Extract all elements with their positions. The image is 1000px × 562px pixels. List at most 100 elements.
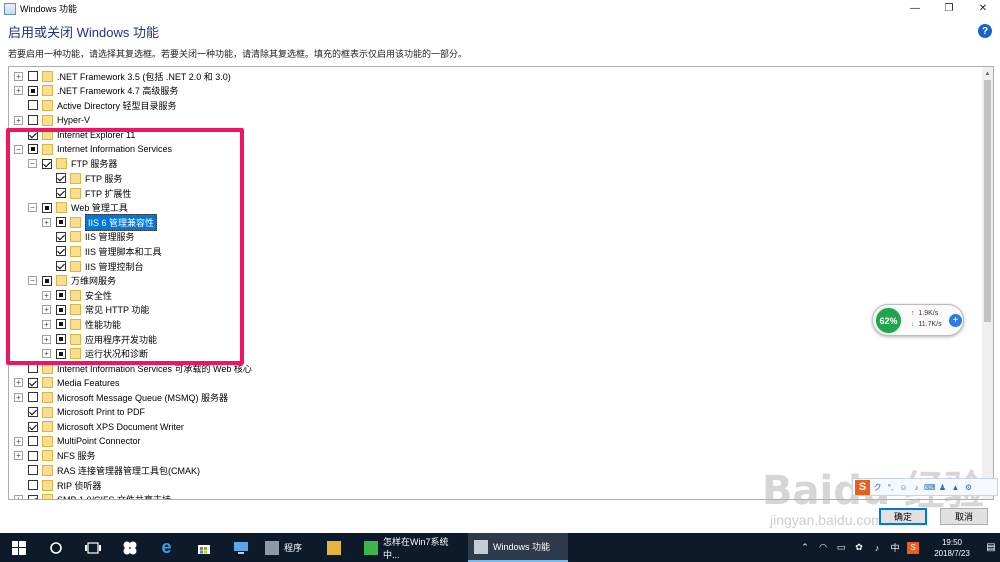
ime-skin-icon[interactable]: ▲ [950,483,961,492]
window-title: Windows 功能 [20,4,78,14]
maximize-button[interactable]: ❐ [932,0,966,17]
taskbar-app-button[interactable]: 怎样在Win7系统中... [358,533,468,562]
feature-checkbox[interactable] [28,494,38,499]
task-view-icon[interactable] [74,533,111,562]
feature-checkbox[interactable] [28,407,38,418]
feature-checkbox[interactable] [28,465,38,476]
edge-browser-icon[interactable]: e [148,533,185,562]
feature-row[interactable]: + Hyper-V [14,113,90,128]
app-icon [364,540,378,555]
feature-checkbox[interactable] [28,480,38,491]
ime-language[interactable]: 中 [886,541,904,554]
ime-user-icon[interactable]: ♟ [937,483,948,492]
feature-checkbox[interactable] [28,115,38,126]
feature-label: Microsoft Print to PDF [57,407,146,418]
windows-features-icon [4,2,16,15]
scrollbar-thumb[interactable] [984,80,991,322]
ime-settings-icon[interactable]: ⚙ [963,483,974,492]
feature-label: RAS 连接管理器管理工具包(CMAK) [57,465,201,476]
ime-voice-icon[interactable]: ♪ [911,483,922,492]
expand-icon[interactable]: + [14,378,23,388]
expand-icon[interactable]: + [14,71,23,81]
feature-checkbox[interactable] [28,377,38,388]
feature-row[interactable]: + .NET Framework 3.5 (包括 .NET 2.0 和 3.0) [14,69,231,84]
ime-toolbar[interactable]: S ク °, ☺ ♪ ⌨ ♟ ▲ ⚙ [852,478,998,496]
folder-icon [42,435,53,447]
feature-row[interactable]: + NFS 服务 [14,449,96,464]
upload-speed: 1.9K/s [918,310,939,317]
feature-checkbox[interactable] [28,85,38,96]
feature-row[interactable]: Active Directory 轻型目录服务 [14,98,177,113]
start-windows-icon[interactable] [0,533,37,562]
taskbar-app-button[interactable]: Windows 功能 [468,533,568,562]
expand-icon[interactable]: + [14,86,23,96]
taskbar-app-button[interactable] [321,533,358,562]
pc-tray-icon[interactable]: ▭ [832,542,850,553]
feature-row[interactable]: Microsoft Print to PDF [14,405,145,420]
clock[interactable]: 19:50 2018/7/23 [922,537,982,559]
upload-arrow-icon: ↑ [911,310,915,317]
ime-mode-icon[interactable]: ク [872,482,883,493]
wifi-icon[interactable]: ◠ [814,542,832,553]
feature-label: MultiPoint Connector [57,436,141,447]
expand-icon[interactable]: + [14,451,23,461]
app-launcher-icon[interactable] [111,533,148,562]
expand-icon[interactable]: + [14,436,23,446]
cortana-circle-icon[interactable] [37,533,74,562]
sogou-tray-icon[interactable]: S [907,541,919,554]
expand-icon[interactable]: + [14,392,23,402]
feature-checkbox[interactable] [28,392,38,403]
folder-icon [42,479,53,491]
feature-checkbox[interactable] [28,450,38,461]
folder-icon [42,85,53,97]
feature-row[interactable]: + Media Features [14,376,120,391]
feature-checkbox[interactable] [28,421,38,432]
ime-punct-icon[interactable]: °, [885,483,896,492]
pc-manager-icon[interactable] [222,533,259,562]
feature-row[interactable]: + SMB 1.0/CIFS 文件共享支持 [14,492,171,499]
store-icon[interactable] [185,533,222,562]
feature-label: .NET Framework 3.5 (包括 .NET 2.0 和 3.0) [57,71,231,82]
feature-checkbox[interactable] [28,436,38,447]
feature-checkbox[interactable] [28,100,38,111]
volume-icon[interactable]: ♪ [868,543,886,553]
feature-row[interactable]: + Microsoft Message Queue (MSMQ) 服务器 [14,390,228,405]
folder-icon [42,406,53,418]
sogou-ime-icon[interactable]: S [855,479,870,495]
feature-label: Media Features [57,377,120,388]
taskbar-app-button[interactable]: 程序 [259,533,321,562]
cancel-button[interactable]: 取消 [940,508,988,525]
feature-label: NFS 服务 [57,451,96,462]
feature-row[interactable]: Microsoft XPS Document Writer [14,419,184,434]
watermark-url: jingyan.baidu.com [770,512,883,528]
download-arrow-icon: ↓ [911,321,915,328]
scroll-up-arrow-icon[interactable]: ▲ [982,68,993,79]
feature-row[interactable]: RIP 侦听器 [14,478,101,493]
network-speed-widget[interactable]: 62% ↑ 1.9K/s ↓ 11.7K/s + [872,304,964,336]
instructions-text: 若要启用一种功能，请选择其复选框。若要关闭一种功能，请清除其复选框。填充的框表示… [8,49,468,59]
security-tray-icon[interactable]: ✿ [850,542,868,553]
ime-emoji-icon[interactable]: ☺ [898,483,909,492]
feature-row[interactable]: + .NET Framework 4.7 高级服务 [14,84,178,99]
folder-icon [42,70,53,82]
ime-keyboard-icon[interactable]: ⌨ [924,483,936,492]
feature-label: Hyper-V [57,115,91,126]
show-hidden-icons-icon[interactable]: ⌃ [796,542,814,553]
expand-icon[interactable]: + [14,495,23,499]
taskbar-apps: 程序 怎样在Win7系统中... Windows 功能 [259,533,568,562]
expand-icon[interactable]: + [14,115,23,125]
ok-button[interactable]: 确定 [879,508,927,525]
feature-row[interactable]: + MultiPoint Connector [14,434,141,449]
vertical-scrollbar[interactable]: ▲ ▼ [982,67,993,499]
feature-row[interactable]: RAS 连接管理器管理工具包(CMAK) [14,463,200,478]
folder-icon [42,377,53,389]
taskbar: e 程序 怎样在Win7系统中... Windows 功能 ⌃ ◠ ▭ ✿ ♪ 中 … [0,533,1000,562]
app-icon [327,540,341,555]
close-button[interactable]: ✕ [966,0,1000,17]
action-center-icon[interactable]: ▤ [982,542,1000,553]
app-icon [474,539,488,554]
minimize-button[interactable]: — [898,0,932,17]
help-icon[interactable]: ? [978,24,992,38]
feature-checkbox[interactable] [28,71,38,82]
widget-plus-icon[interactable]: + [949,314,962,327]
